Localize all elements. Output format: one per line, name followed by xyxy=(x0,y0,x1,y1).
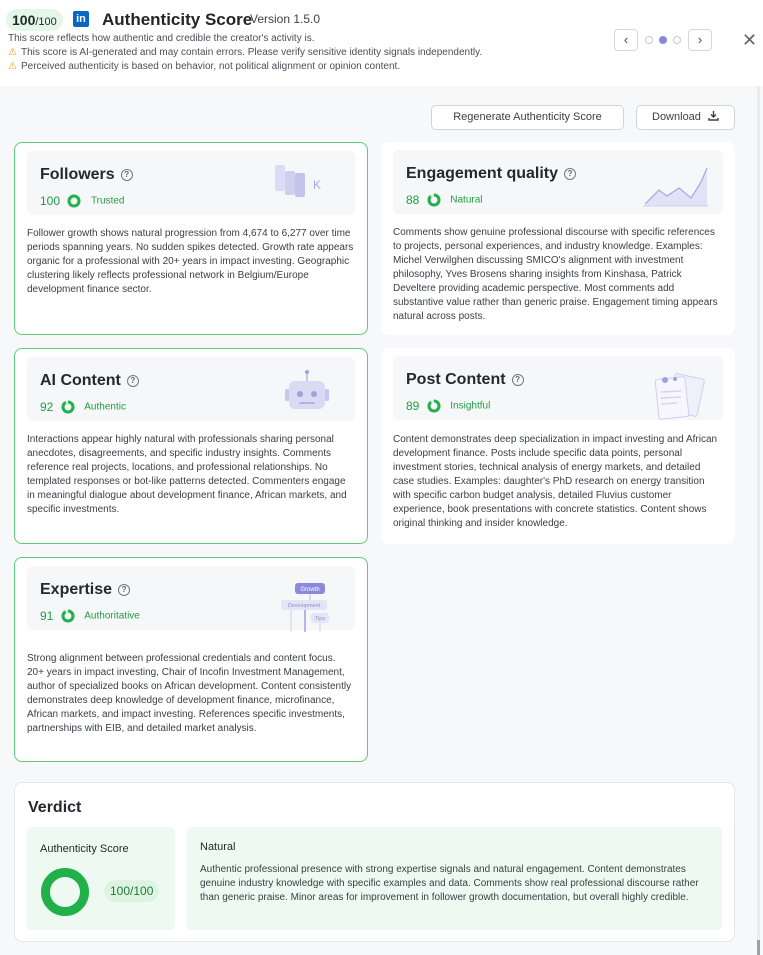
post-content-card-header: Post Content? 89 Insightful xyxy=(393,356,723,420)
verdict-score-label: Authenticity Score xyxy=(40,843,129,855)
scrollbar-thumb[interactable] xyxy=(757,940,760,955)
score-label: Natural xyxy=(450,194,483,206)
score-ring-icon xyxy=(61,609,75,623)
help-icon[interactable]: ? xyxy=(511,374,524,386)
expertise-card-header: Expertise? 91 Authoritative Growth Devel… xyxy=(27,566,355,632)
next-page-button[interactable]: › xyxy=(688,29,712,51)
followers-score: 100 Trusted xyxy=(40,192,124,208)
followers-illustration-icon: K xyxy=(275,165,321,197)
help-icon[interactable]: ? xyxy=(126,375,139,387)
warning-line-2: ⚠ Perceived authenticity is based on beha… xyxy=(8,60,400,74)
illus-label-growth: Growth xyxy=(300,587,319,593)
post-content-card: Post Content? 89 Insightful Content demo… xyxy=(381,348,735,544)
expertise-score: 91 Authoritative xyxy=(40,607,140,623)
post-content-title: Post Content xyxy=(406,371,506,388)
expertise-title: Expertise xyxy=(40,581,113,598)
verdict-result-panel: Natural Authentic professional presence … xyxy=(187,827,722,930)
ai-content-description: Interactions appear highly natural with … xyxy=(27,434,347,515)
engagement-description: Comments show genuine professional disco… xyxy=(393,227,718,322)
engagement-quality-card: Engagement quality? 88 Natural Comments … xyxy=(381,142,735,335)
engagement-score: 88 Natural xyxy=(406,191,483,207)
score-value: 89 xyxy=(406,398,420,413)
verdict-score-ring-icon xyxy=(41,868,89,916)
followers-description: Follower growth shows natural progressio… xyxy=(27,228,354,295)
card-title: AI Content? xyxy=(40,371,139,391)
overall-score-denominator: /100 xyxy=(35,16,57,28)
score-label: Authentic xyxy=(84,401,126,413)
download-button[interactable]: Download xyxy=(636,105,735,130)
subtitle-text: This score reflects how authentic and cr… xyxy=(8,33,315,44)
robot-illustration-icon xyxy=(285,370,329,409)
verdict-score-badge: 100/100 xyxy=(104,880,160,902)
followers-card: Followers? 100 Trusted K Follower growth… xyxy=(14,142,368,335)
scrollbar-track[interactable] xyxy=(757,86,760,955)
post-content-score: 89 Insightful xyxy=(406,397,490,413)
verdict-section: Verdict Authenticity Score 100/100 Natur… xyxy=(14,782,735,942)
warning-text-2: Perceived authenticity is based on behav… xyxy=(20,61,401,72)
post-content-description: Content demonstrates deep specialization… xyxy=(393,434,718,529)
verdict-score-panel: Authenticity Score 100/100 xyxy=(27,827,175,930)
help-icon[interactable]: ? xyxy=(564,168,577,180)
verdict-result-description: Authentic professional presence with str… xyxy=(200,864,699,903)
download-icon xyxy=(708,111,719,121)
ai-content-score: 92 Authentic xyxy=(40,398,126,414)
score-value: 91 xyxy=(40,608,54,623)
ai-content-card: AI Content? 92 Authentic Interactions ap… xyxy=(14,348,368,544)
help-icon[interactable]: ? xyxy=(120,169,133,181)
score-label: Authoritative xyxy=(84,610,140,622)
header-bar: 100/100 in Authenticity Score Version 1.… xyxy=(0,0,763,86)
download-label: Download xyxy=(652,111,701,123)
score-ring-icon xyxy=(427,193,441,207)
verdict-result-title: Natural xyxy=(200,841,236,853)
regenerate-label: Regenerate Authenticity Score xyxy=(453,111,602,123)
expertise-description: Strong alignment between professional cr… xyxy=(27,653,352,734)
help-icon[interactable]: ? xyxy=(118,584,131,596)
score-value: 88 xyxy=(406,192,420,207)
illus-label-tips: Tips xyxy=(315,616,325,622)
carousel-dot-3[interactable] xyxy=(673,36,681,44)
score-ring-icon xyxy=(427,399,441,413)
warning-icon: ⚠ xyxy=(8,61,17,72)
engagement-title: Engagement quality xyxy=(406,165,559,182)
followers-title: Followers xyxy=(40,166,115,183)
verdict-title: Verdict xyxy=(28,799,82,816)
engagement-chart-illustration-icon xyxy=(643,167,709,207)
documents-illustration-icon xyxy=(654,373,705,420)
followers-illustration-text: K xyxy=(313,178,321,192)
version-label: Version 1.5.0 xyxy=(250,12,321,26)
score-ring-icon xyxy=(61,400,75,414)
score-label: Trusted xyxy=(90,195,125,207)
score-label: Insightful xyxy=(450,400,491,412)
prev-page-button[interactable]: ‹ xyxy=(614,29,638,51)
warning-line-1: ⚠ This score is AI-generated and may cont… xyxy=(8,46,482,60)
score-value: 92 xyxy=(40,399,54,414)
page-title: Authenticity Score xyxy=(102,10,253,29)
linkedin-logo-icon: in xyxy=(73,11,89,27)
engagement-card-header: Engagement quality? 88 Natural xyxy=(393,150,723,214)
org-chart-illustration-icon: Growth Development Tips xyxy=(281,583,329,632)
overall-score-value: 100 xyxy=(12,12,36,28)
close-icon[interactable]: ✕ xyxy=(742,29,757,51)
ai-content-card-header: AI Content? 92 Authentic xyxy=(27,357,355,421)
carousel-dot-1[interactable] xyxy=(645,36,653,44)
card-title: Engagement quality? xyxy=(406,164,577,184)
warning-icon: ⚠ xyxy=(8,47,17,58)
score-value: 100 xyxy=(40,193,61,208)
illus-label-development: Development xyxy=(288,603,321,609)
score-ring-icon xyxy=(67,194,81,208)
card-title: Post Content? xyxy=(406,370,524,390)
carousel-dot-2[interactable] xyxy=(659,36,667,44)
expertise-card: Expertise? 91 Authoritative Growth Devel… xyxy=(14,557,368,762)
card-title: Expertise? xyxy=(40,580,131,600)
regenerate-button[interactable]: Regenerate Authenticity Score xyxy=(431,105,624,130)
overall-score-badge: 100/100 xyxy=(6,9,63,31)
warning-text-1: This score is AI-generated and may conta… xyxy=(20,47,483,58)
followers-card-header: Followers? 100 Trusted K xyxy=(27,151,355,215)
ai-content-title: AI Content xyxy=(40,372,121,389)
card-title: Followers? xyxy=(40,165,133,185)
